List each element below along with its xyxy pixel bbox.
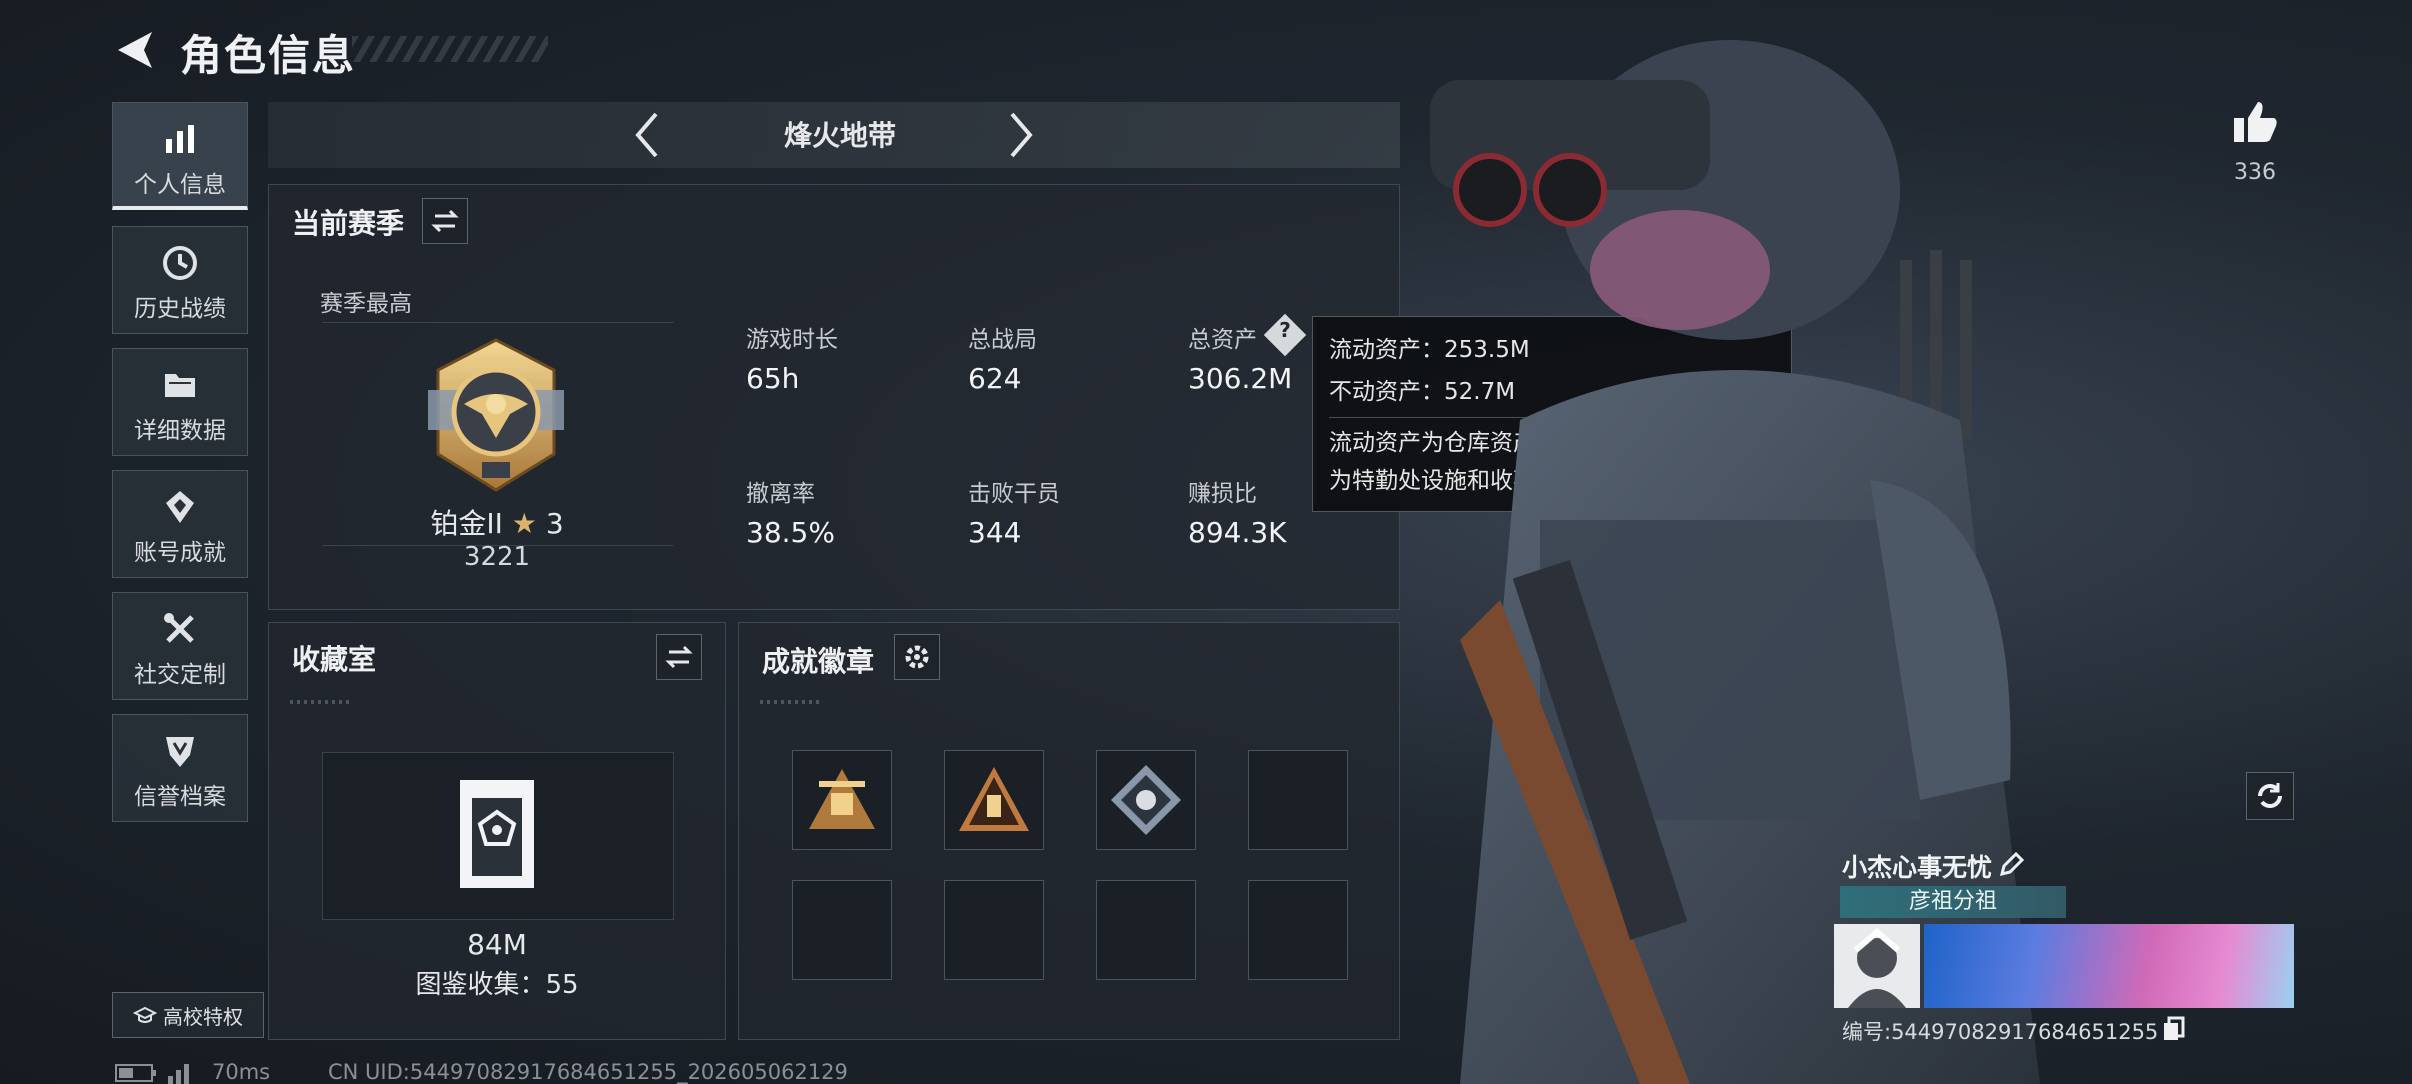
season-title: 当前赛季 — [292, 207, 405, 240]
badge-slot-empty[interactable] — [1248, 880, 1348, 980]
badge-pyramid-icon — [809, 769, 875, 829]
bar-chart-icon — [166, 125, 194, 153]
badges-title: 成就徽章 — [762, 645, 875, 678]
sidebar-item-label: 社交定制 — [134, 662, 226, 688]
mode-label: 烽火地带 — [783, 119, 896, 152]
like-icon[interactable] — [2230, 98, 2280, 144]
badge-slot-empty[interactable] — [944, 880, 1044, 980]
swap-icon — [665, 645, 693, 669]
copy-icon[interactable] — [2162, 1016, 2186, 1042]
sidebar-item-label: 详细数据 — [134, 418, 226, 444]
sidebar-item-achievements[interactable]: 账号成就 — [112, 470, 248, 578]
badge-slot-empty[interactable] — [1248, 750, 1348, 850]
refresh-icon — [2258, 783, 2282, 808]
back-arrow-icon[interactable] — [112, 28, 162, 72]
sidebar-item-label: 个人信息 — [134, 172, 226, 198]
collection-value: 84M — [467, 928, 527, 961]
sidebar-item-label: 信誉档案 — [134, 784, 226, 810]
stat-label: 总战局 — [968, 327, 1037, 353]
swap-icon — [431, 209, 459, 233]
achievement-icon — [166, 491, 194, 523]
wrench-icon — [164, 613, 194, 643]
sidebar-item-personal-info[interactable]: 个人信息 — [112, 102, 248, 210]
uid-text: CN UID:5449708291768465125​5_20260506212… — [328, 1060, 848, 1084]
sidebar-item-reputation[interactable]: 信誉档案 — [112, 714, 248, 822]
campus-privilege-button[interactable]: 高校特权 — [112, 992, 264, 1038]
sidebar-item-social[interactable]: 社交定制 — [112, 592, 248, 700]
help-icon-glyph: ? — [1279, 318, 1291, 342]
player-name: 小杰心事无忧 — [1842, 853, 1993, 882]
collection-switch-button[interactable] — [656, 634, 702, 680]
collection-catalog: 图鉴收集：55 — [415, 970, 579, 1000]
rank-name: 铂金II — [430, 507, 503, 540]
folder-icon — [165, 374, 195, 397]
like-count: 336 — [2234, 160, 2276, 185]
stat-value: 624 — [968, 362, 1022, 395]
stat-value: 65h — [746, 362, 800, 395]
gear-icon — [905, 645, 929, 669]
battery-icon — [115, 1064, 156, 1082]
decor-dots — [290, 700, 350, 704]
sidebar-item-details[interactable]: 详细数据 — [112, 348, 248, 456]
chevron-left-icon[interactable] — [630, 110, 664, 160]
stat-label: 总资产 — [1188, 327, 1257, 353]
star-icon: ★ — [511, 507, 537, 540]
stat-label: 赚损比 — [1188, 481, 1257, 507]
player-id: 编号:5449708291768465125​5 — [1842, 1020, 2159, 1044]
collection-title: 收藏室 — [292, 643, 377, 676]
profile-banner[interactable] — [1924, 924, 2294, 1008]
badge-slot-empty[interactable] — [792, 880, 892, 980]
player-title-tag: 彦祖分祖 — [1840, 886, 2066, 918]
rank-score: 3221 — [463, 542, 531, 572]
sidebar-item-history[interactable]: 历史战绩 — [112, 226, 248, 334]
stat-value: 306.2M — [1188, 362, 1293, 395]
stat-value: 344 — [968, 516, 1022, 549]
page-title: 角色信息 — [180, 31, 357, 80]
badges-settings-button[interactable] — [894, 634, 940, 680]
badge-slot-empty[interactable] — [1096, 880, 1196, 980]
badge-triangle-icon — [959, 767, 1029, 831]
season-best-label: 赛季最高 — [320, 291, 412, 317]
stat-value: 894.3K — [1188, 516, 1287, 549]
badge-slot[interactable] — [944, 750, 1044, 850]
rotate-button[interactable] — [2246, 772, 2294, 820]
sidebar-item-label: 账号成就 — [134, 540, 226, 566]
badge-slot[interactable] — [1096, 750, 1196, 850]
avatar[interactable] — [1834, 924, 1920, 1008]
graduation-cap-icon — [133, 1006, 157, 1023]
signal-icon — [168, 1064, 189, 1084]
vault-icon — [460, 780, 534, 888]
stat-value: 38.5% — [746, 516, 835, 549]
avatar-portrait-icon — [1848, 928, 1906, 1008]
stat-label: 击败干员 — [968, 481, 1060, 507]
rank-name-row: 铂金II ★ 3 — [322, 502, 672, 542]
chevron-right-icon[interactable] — [1004, 110, 1038, 160]
stat-label: 撤离率 — [746, 481, 815, 507]
rank-medal-icon — [428, 338, 564, 492]
season-switch-button[interactable] — [422, 198, 468, 244]
sidebar-item-label: 历史战绩 — [134, 296, 226, 322]
rank-stars: 3 — [545, 507, 564, 540]
title-decoration — [352, 36, 548, 62]
shield-icon — [166, 737, 194, 767]
badge-diamond-icon — [1111, 765, 1181, 835]
operator-character-image — [1430, 40, 2040, 1084]
campus-privilege-label: 高校特权 — [163, 1004, 243, 1029]
ping-value: 70ms — [212, 1060, 271, 1084]
clock-icon — [163, 246, 197, 280]
badge-slot[interactable] — [792, 750, 892, 850]
decor-dots — [760, 700, 820, 704]
stat-label: 游戏时长 — [746, 327, 838, 353]
edit-icon[interactable] — [1998, 850, 2026, 878]
